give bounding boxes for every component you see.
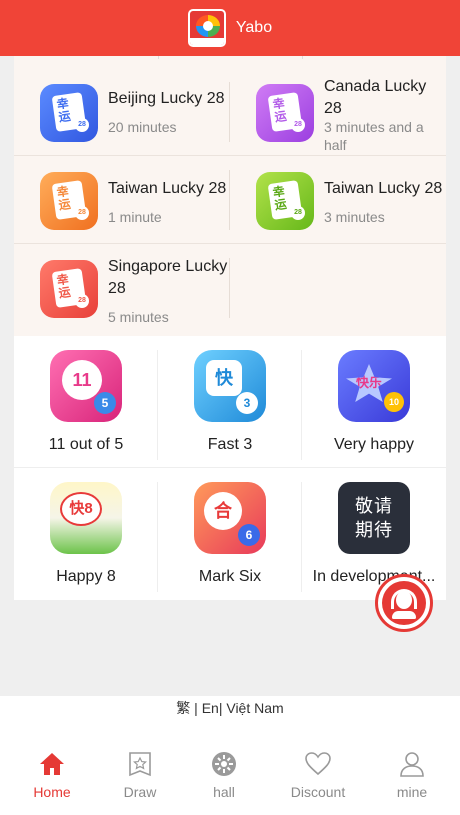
game-very-happy[interactable]: 快乐 10 Very happy xyxy=(302,336,446,468)
yabo-logo-icon xyxy=(187,9,226,47)
game-interval: 5 minutes xyxy=(108,309,169,325)
game-name: Singapore Lucky 28 xyxy=(108,258,228,297)
game-fast3[interactable]: 快 3 Fast 3 xyxy=(158,336,302,468)
lucky-game-singapore[interactable]: 幸运 28 Singapore Lucky 28 5 minutes xyxy=(14,244,230,332)
coming-soon-icon: 敬请期待 xyxy=(338,482,410,554)
tab-discount[interactable]: Discount xyxy=(272,748,364,808)
game-label: Mark Six xyxy=(198,568,262,585)
game-interval: 20 minutes xyxy=(108,119,177,135)
heart-icon xyxy=(305,752,331,776)
very-happy-icon: 快乐 10 xyxy=(338,350,410,422)
lucky-game-taiwan-1[interactable]: 幸运 28 Taiwan Lucky 28 1 minute xyxy=(14,156,230,244)
happy8-icon: 快8 xyxy=(50,482,122,554)
hall-icon xyxy=(212,752,236,776)
home-icon xyxy=(40,753,64,775)
tab-draw[interactable]: Draw xyxy=(94,748,186,808)
lucky-row: 幸运 28 Taiwan Lucky 28 1 minute 幸运 28 Tai… xyxy=(14,156,446,244)
game-name: Taiwan Lucky 28 xyxy=(324,180,443,197)
fast3-icon: 快 3 xyxy=(194,350,266,422)
game-mark-six[interactable]: 合 6 Mark Six xyxy=(158,468,302,600)
lucky-game-taiwan-2[interactable]: 幸运 28 Taiwan Lucky 28 3 minutes xyxy=(230,156,446,244)
11x5-icon: 11 5 xyxy=(50,350,122,422)
lucky28-icon: 幸运 28 xyxy=(40,84,98,142)
game-name: Canada Lucky 28 xyxy=(324,78,427,117)
app-title: Yabo xyxy=(235,19,273,36)
game-grid: 11 5 11 out of 5 快 3 Fast 3 快乐 10 Very h… xyxy=(14,336,446,600)
game-interval: 3 minutes and a half xyxy=(324,119,424,153)
mark-six-icon: 合 6 xyxy=(194,482,266,554)
lucky-game-canada[interactable]: 幸运 28 Canada Lucky 28 3 minutes and a ha… xyxy=(230,68,446,156)
game-name: Beijing Lucky 28 xyxy=(108,90,225,107)
game-label: Happy 8 xyxy=(56,568,116,585)
game-row: 快8 Happy 8 合 6 Mark Six 敬请期待 In developm… xyxy=(14,468,446,600)
bottom-tab-bar: Home Draw hall Discount mine xyxy=(0,748,460,808)
draw-icon xyxy=(129,752,151,777)
footer: 繁 | En| Việt Nam Home Draw hall Discount… xyxy=(0,696,460,815)
lucky-game-beijing[interactable]: 幸运 28 Beijing Lucky 28 20 minutes xyxy=(14,68,230,156)
game-interval: 1 minute xyxy=(108,209,162,225)
game-label: Fast 3 xyxy=(207,436,253,453)
game-interval: 3 minutes xyxy=(324,209,385,225)
customer-service-button[interactable] xyxy=(375,574,433,632)
lucky28-icon: 幸运 28 xyxy=(40,172,98,230)
game-name: Taiwan Lucky 28 xyxy=(108,180,227,197)
game-11x5[interactable]: 11 5 11 out of 5 xyxy=(14,336,158,468)
game-row: 11 5 11 out of 5 快 3 Fast 3 快乐 10 Very h… xyxy=(14,336,446,468)
language-switcher[interactable]: 繁 | En| Việt Nam xyxy=(0,698,460,718)
tab-mine[interactable]: mine xyxy=(366,748,458,808)
lucky-row: 幸运 28 Singapore Lucky 28 5 minutes xyxy=(14,244,446,332)
game-coming-soon[interactable]: 敬请期待 In development... xyxy=(302,468,446,600)
app-header: Yabo xyxy=(0,0,460,56)
game-label: 11 out of 5 xyxy=(48,436,124,453)
lucky28-icon: 幸运 28 xyxy=(256,84,314,142)
lucky28-icon: 幸运 28 xyxy=(256,172,314,230)
tab-hall[interactable]: hall xyxy=(178,748,270,808)
headset-icon xyxy=(382,581,426,625)
game-label: Very happy xyxy=(333,436,415,453)
tab-home[interactable]: Home xyxy=(6,748,98,808)
game-happy8[interactable]: 快8 Happy 8 xyxy=(14,468,158,600)
lucky28-icon: 幸运 28 xyxy=(40,260,98,318)
lucky-row: 幸运 28 Beijing Lucky 28 20 minutes 幸运 28 … xyxy=(14,68,446,156)
user-icon xyxy=(400,752,424,777)
lucky28-list: 幸运 28 Beijing Lucky 28 20 minutes 幸运 28 … xyxy=(14,56,446,336)
